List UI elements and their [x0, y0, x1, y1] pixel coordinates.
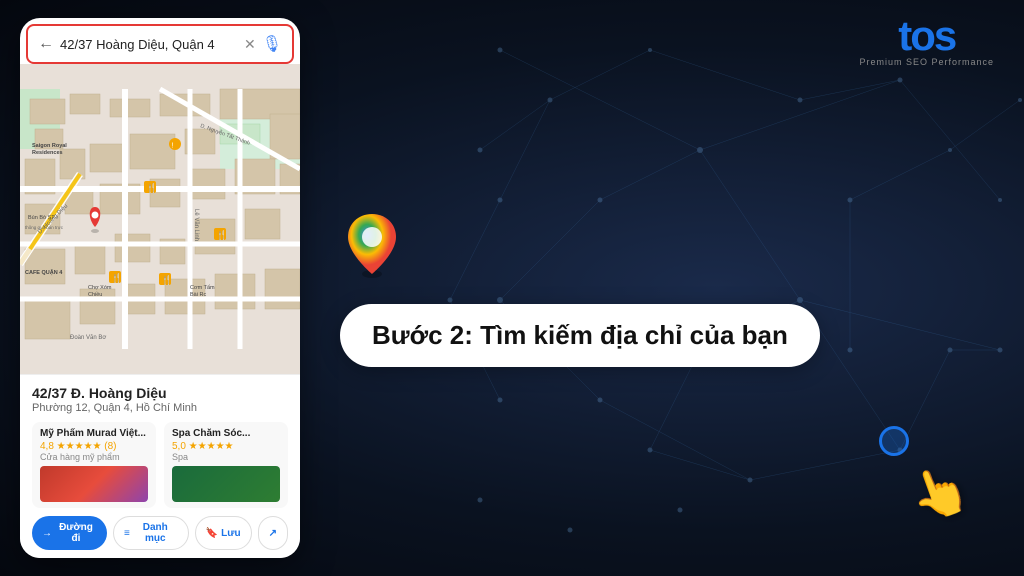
microphone-icon[interactable]: 🎙 [262, 34, 282, 54]
svg-text:🍴: 🍴 [111, 272, 122, 284]
svg-text:Cơm Tấm: Cơm Tấm [190, 285, 215, 291]
google-maps-icon [340, 209, 405, 284]
place-card-2[interactable]: Spa Chăm Sóc... 5,0 ★★★★★ Spa [164, 422, 288, 508]
card-2-name: Spa Chăm Sóc... [172, 428, 280, 439]
action-buttons: → Đường đi ≡ Danh mục 🔖 Lưu ↗ [32, 516, 288, 550]
share-icon: ↗ [269, 528, 277, 539]
svg-text:Chợ Xóm: Chợ Xóm [88, 285, 112, 291]
svg-text:thông qua bán trực: thông qua bán trực [25, 225, 64, 230]
place-address: Phường 12, Quận 4, Hồ Chí Minh [32, 402, 288, 414]
svg-text:Residences: Residences [32, 150, 63, 156]
step-callout: Bước 2: Tìm kiếm địa chỉ của bạn [340, 304, 820, 367]
directions-label: Đường đi [55, 522, 97, 544]
category-button[interactable]: ≡ Danh mục [113, 516, 189, 550]
search-bar[interactable]: ← 42/37 Hoàng Diệu, Quận 4 ✕ 🎙 [26, 24, 294, 64]
card-1-type: Cửa hàng mỹ phẩm [40, 452, 148, 462]
card-2-image [172, 466, 280, 502]
svg-text:Bài Rc: Bài Rc [190, 292, 206, 298]
share-button[interactable]: ↗ [258, 516, 288, 550]
card-1-name: Mỹ Phẩm Murad Việt... [40, 428, 148, 439]
svg-text:Chiều: Chiều [88, 292, 102, 298]
svg-text:🍴: 🍴 [216, 229, 227, 241]
click-indicator [879, 426, 909, 456]
category-icon: ≡ [124, 528, 130, 539]
save-label: Lưu [221, 528, 240, 539]
step-text: Bước 2: Tìm kiếm địa chỉ của bạn [372, 320, 788, 351]
svg-text:Saigon Royal: Saigon Royal [32, 143, 67, 149]
category-label: Danh mục [133, 522, 178, 544]
search-input-text: 42/37 Hoàng Diệu, Quận 4 [60, 37, 238, 52]
place-name: 42/37 Đ. Hoàng Diệu [32, 385, 288, 401]
svg-text:Lê Văn Linh: Lê Văn Linh [193, 209, 199, 241]
map-area[interactable]: D. Hoàng Diệu Đoàn Văn Bơ Lê Văn Linh Sa… [20, 64, 300, 374]
card-1-image [40, 466, 148, 502]
directions-icon: → [42, 528, 52, 539]
svg-text:🍴: 🍴 [146, 182, 157, 194]
save-icon: 🔖 [206, 528, 218, 539]
svg-text:Bún Bò ST: Bún Bò ST [28, 215, 55, 221]
card-1-rating: 4,8 ★★★★★ (8) [40, 441, 148, 452]
phone-bottom-panel: 42/37 Đ. Hoàng Diệu Phường 12, Quận 4, H… [20, 374, 300, 558]
maps-icon-area [340, 209, 405, 284]
phone-mockup: ← 42/37 Hoàng Diệu, Quận 4 ✕ 🎙 [20, 18, 300, 558]
card-2-type: Spa [172, 452, 280, 462]
place-card-1[interactable]: Mỹ Phẩm Murad Việt... 4,8 ★★★★★ (8) Cửa … [32, 422, 156, 508]
back-arrow-icon[interactable]: ← [38, 35, 54, 53]
card-2-rating: 5,0 ★★★★★ [172, 441, 280, 452]
main-content: ← 42/37 Hoàng Diệu, Quận 4 ✕ 🎙 [0, 0, 1024, 576]
tos-tagline: Premium SEO Performance [859, 57, 994, 67]
tos-logo-text: tos [898, 15, 955, 57]
tos-logo: tos Premium SEO Performance [859, 15, 994, 67]
directions-button[interactable]: → Đường đi [32, 516, 107, 550]
svg-text:Đoàn Văn Bơ: Đoàn Văn Bơ [70, 335, 106, 341]
place-cards: Mỹ Phẩm Murad Việt... 4,8 ★★★★★ (8) Cửa … [32, 422, 288, 508]
map-svg: D. Hoàng Diệu Đoàn Văn Bơ Lê Văn Linh Sa… [20, 64, 300, 374]
svg-text:!: ! [172, 143, 174, 150]
close-icon[interactable]: ✕ [244, 36, 256, 53]
save-button[interactable]: 🔖 Lưu [195, 516, 252, 550]
svg-text:CAFE QUẬN 4: CAFE QUẬN 4 [25, 269, 63, 276]
right-side-content: Bước 2: Tìm kiếm địa chỉ của bạn [300, 209, 984, 367]
svg-text:🍴: 🍴 [161, 274, 172, 286]
